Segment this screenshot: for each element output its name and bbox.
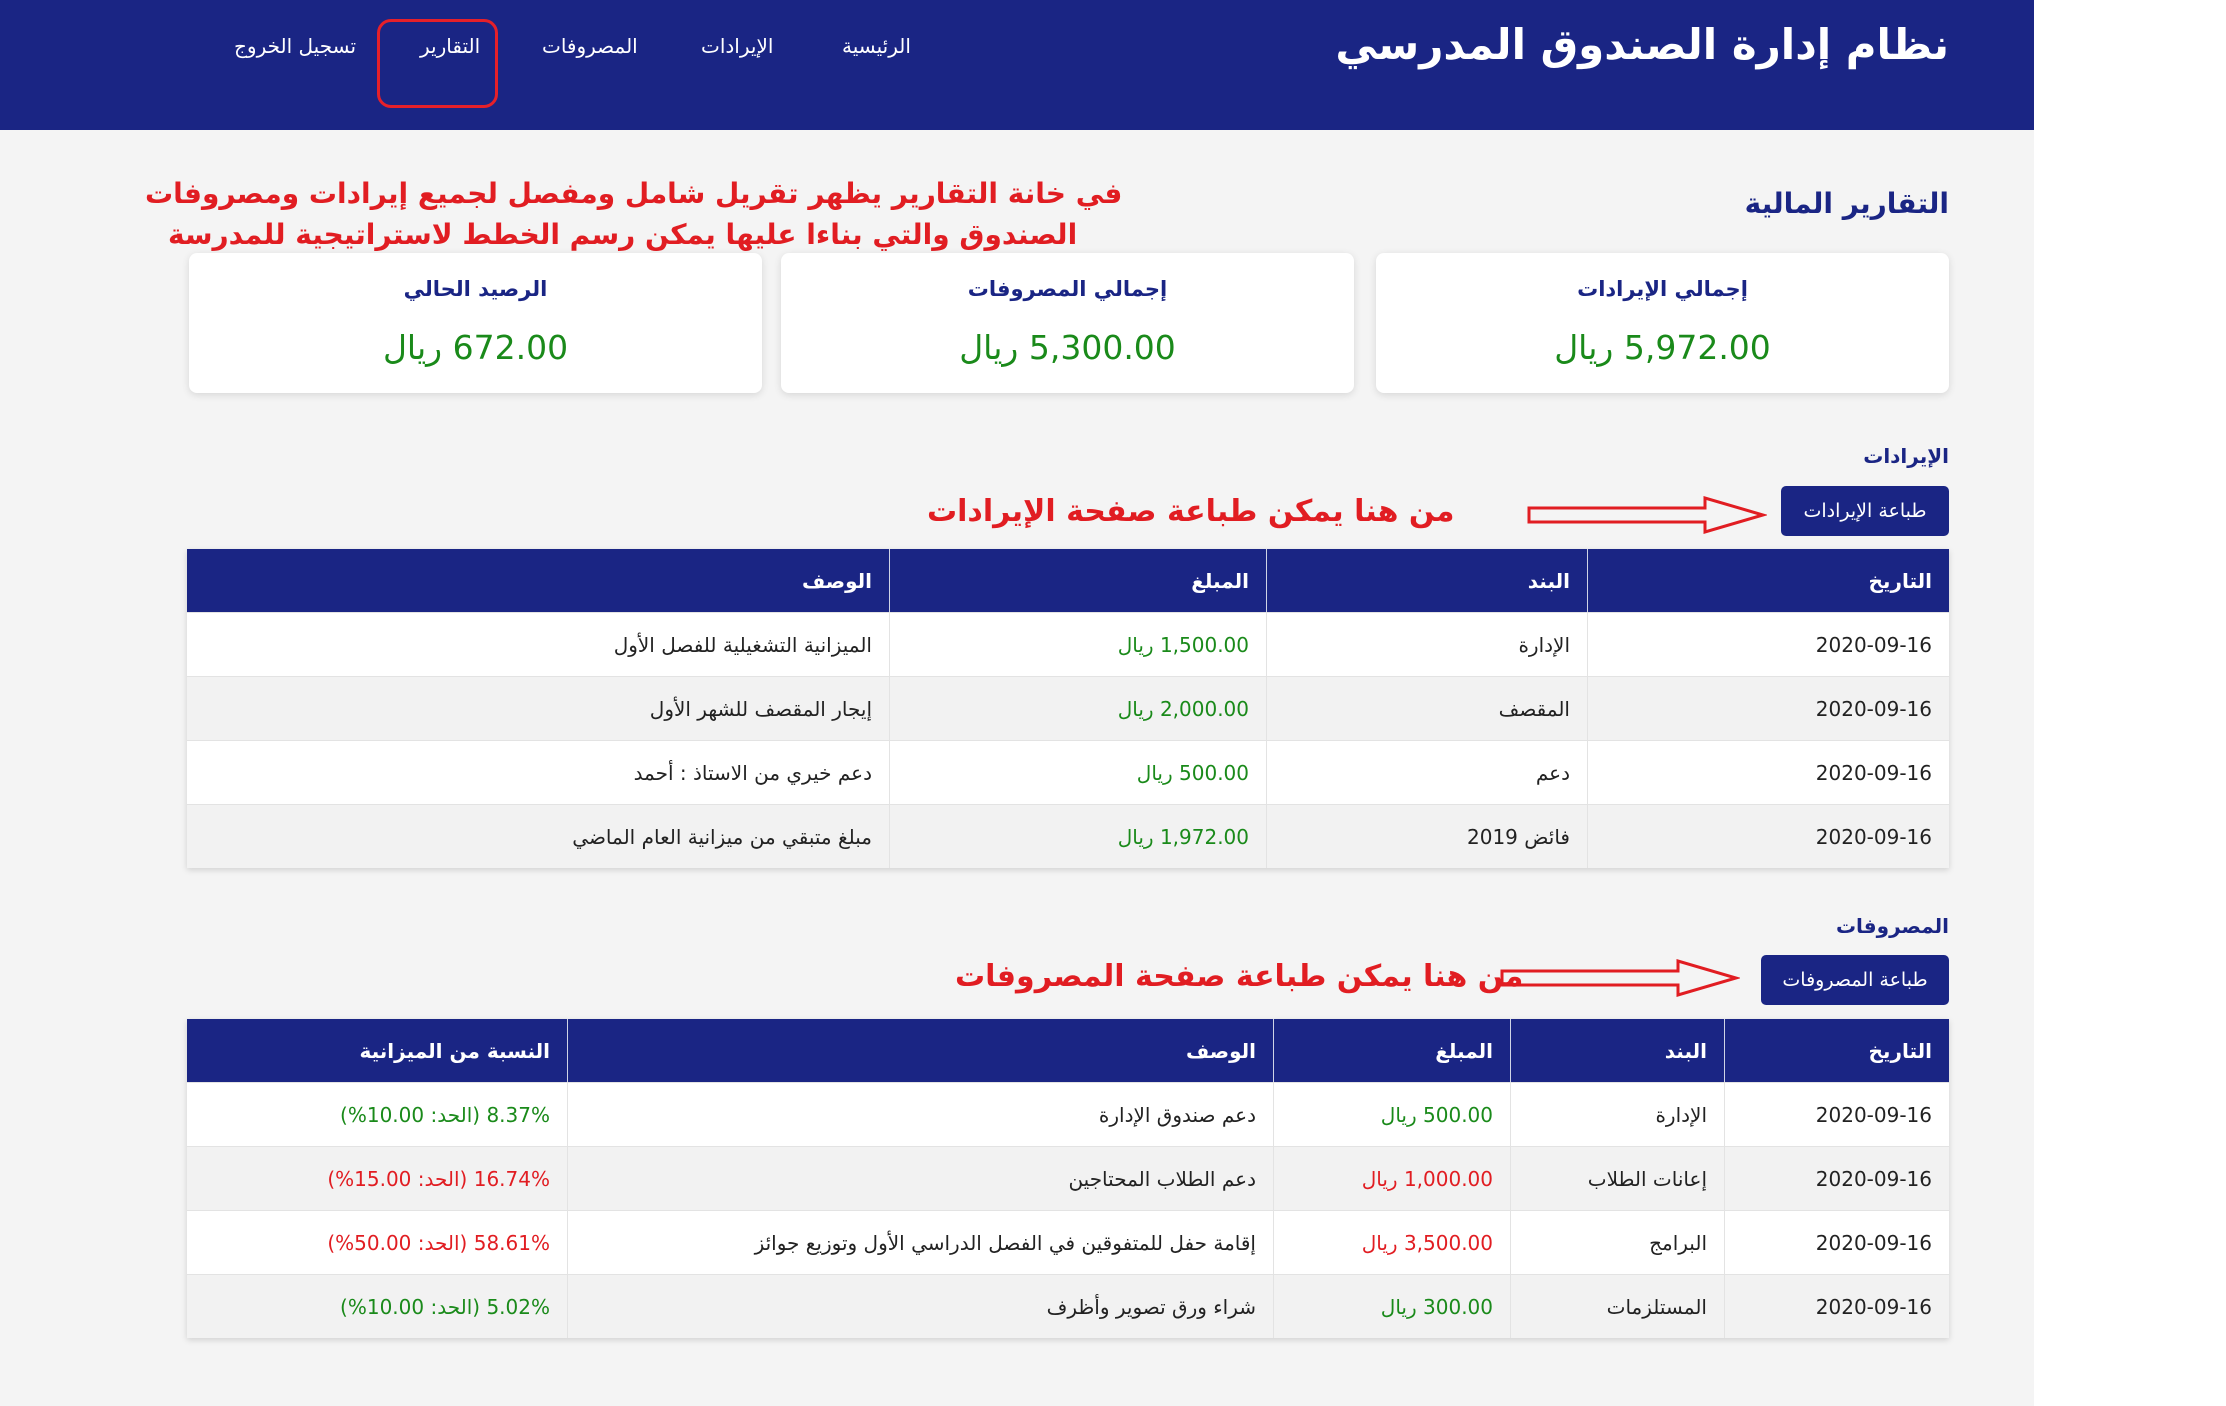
item-cell: الإدارة (1266, 613, 1587, 676)
item-cell: المقصف (1266, 677, 1587, 740)
card-value: 5,972.00 ريال (1554, 328, 1771, 367)
amount-cell: 500.00 ريال (889, 741, 1266, 804)
top-navbar: نظام إدارة الصندوق المدرسي الرئيسية الإي… (0, 0, 2034, 130)
page-title: التقارير المالية (1744, 187, 1949, 220)
print-expenses-button[interactable]: طباعة المصروفات (1761, 955, 1949, 1005)
table-row: 2020-09-16 الإدارة 1,500.00 ريال الميزانية … (187, 612, 1949, 676)
table-header: التاريخ البند المبلغ الوصف النسبة من الم… (187, 1019, 1949, 1082)
nav-home[interactable]: الرئيسية (842, 34, 911, 58)
column-header-description: الوصف (567, 1019, 1273, 1082)
card-title: الرصيد الحالي (403, 277, 548, 301)
date-cell: 2020-09-16 (1724, 1083, 1949, 1146)
budget-ratio-cell: 5.02% (الحد: 10.00%) (340, 1294, 550, 1319)
revenue-table: التاريخ البند المبلغ الوصف 2020-09-16 الإ… (187, 549, 1949, 868)
expenses-table: التاريخ البند المبلغ الوصف النسبة من الم… (187, 1019, 1949, 1338)
nav-expenses[interactable]: المصروفات (542, 34, 638, 58)
card-title: إجمالي المصروفات (967, 277, 1168, 301)
date-cell: 2020-09-16 (1587, 741, 1949, 804)
amount-cell: 300.00 ريال (1273, 1275, 1510, 1338)
column-header-description: الوصف (801, 568, 872, 593)
date-cell: 2020-09-16 (1724, 1211, 1949, 1274)
revenue-section-title: الإيرادات (1863, 444, 1949, 468)
expenses-section-title: المصروفات (1835, 914, 1949, 938)
date-cell: 2020-09-16 (1587, 613, 1949, 676)
column-header-date: التاريخ (1724, 1019, 1949, 1082)
amount-cell: 1,500.00 ريال (889, 613, 1266, 676)
table-row: 2020-09-16 المستلزمات 300.00 ريال شراء ورق … (187, 1274, 1949, 1338)
total-expenses-card: إجمالي المصروفات 5,300.00 ريال (781, 253, 1354, 393)
print-expenses-annotation: من هنا يمكن طباعة صفحة المصروفات (955, 959, 1524, 994)
table-row: 2020-09-16 دعم 500.00 ريال دعم خيري من الاس… (187, 740, 1949, 804)
description-cell: الميزانية التشغيلية للفصل الأول (613, 632, 872, 657)
card-title: إجمالي الإيرادات (1577, 277, 1748, 301)
item-cell: إعانات الطلاب (1510, 1147, 1724, 1210)
column-header-amount: المبلغ (1273, 1019, 1510, 1082)
budget-ratio-cell: 58.61% (الحد: 50.00%) (327, 1230, 550, 1255)
description-cell: دعم الطلاب المحتاجين (567, 1147, 1273, 1210)
table-row: 2020-09-16 المقصف 2,000.00 ريال إيجار المقص… (187, 676, 1949, 740)
column-header-budget-ratio: النسبة من الميزانية (359, 1038, 550, 1063)
date-cell: 2020-09-16 (1724, 1275, 1949, 1338)
amount-cell: 3,500.00 ريال (1273, 1211, 1510, 1274)
budget-ratio-cell: 16.74% (الحد: 15.00%) (327, 1166, 550, 1191)
current-balance-card: الرصيد الحالي 672.00 ريال (189, 253, 762, 393)
amount-cell: 1,000.00 ريال (1273, 1147, 1510, 1210)
description-cell: دعم صندوق الإدارة (567, 1083, 1273, 1146)
card-value: 672.00 ريال (382, 328, 569, 367)
nav-logout[interactable]: تسجيل الخروج (234, 34, 356, 58)
print-revenue-button[interactable]: طباعة الإيرادات (1781, 486, 1949, 536)
item-cell: فائض 2019 (1266, 805, 1587, 868)
amount-cell: 1,972.00 ريال (889, 805, 1266, 868)
item-cell: الإدارة (1510, 1083, 1724, 1146)
reports-annotation-line1: في خانة التقارير يظهر تقريل شامل ومفصل ل… (145, 177, 1123, 210)
item-cell: البرامج (1510, 1211, 1724, 1274)
item-cell: دعم (1266, 741, 1587, 804)
description-cell: إيجار المقصف للشهر الأول (649, 696, 872, 721)
arrow-right-icon (1500, 958, 1740, 998)
column-header-item: البند (1510, 1019, 1724, 1082)
app-title: نظام إدارة الصندوق المدرسي (1335, 20, 1949, 69)
total-revenue-card: إجمالي الإيرادات 5,972.00 ريال (1376, 253, 1949, 393)
amount-cell: 500.00 ريال (1273, 1083, 1510, 1146)
description-cell: شراء ورق تصوير وأظرف (567, 1275, 1273, 1338)
table-header: التاريخ البند المبلغ الوصف (187, 549, 1949, 612)
card-value: 5,300.00 ريال (959, 328, 1176, 367)
app-window: نظام إدارة الصندوق المدرسي الرئيسية الإي… (0, 0, 2034, 1406)
description-cell: مبلغ متبقي من ميزانية العام الماضي (572, 824, 872, 849)
description-cell: دعم خيري من الاستاذ : أحمد (633, 760, 872, 785)
table-row: 2020-09-16 فائض 2019 1,972.00 ريال مبلغ متب… (187, 804, 1949, 868)
table-row: 2020-09-16 إعانات الطلاب 1,000.00 ريال دعم … (187, 1146, 1949, 1210)
reports-annotation-line2: الصندوق والتي بناءا عليها يمكن رسم الخطط… (168, 218, 1078, 251)
nav-revenue[interactable]: الإيرادات (701, 34, 773, 58)
date-cell: 2020-09-16 (1724, 1147, 1949, 1210)
date-cell: 2020-09-16 (1587, 805, 1949, 868)
nav-reports-highlight (377, 19, 498, 108)
amount-cell: 2,000.00 ريال (889, 677, 1266, 740)
table-row: 2020-09-16 البرامج 3,500.00 ريال إقامة حفل … (187, 1210, 1949, 1274)
table-row: 2020-09-16 الإدارة 500.00 ريال دعم صندوق ال… (187, 1082, 1949, 1146)
arrow-right-icon (1527, 495, 1767, 535)
item-cell: المستلزمات (1510, 1275, 1724, 1338)
budget-ratio-cell: 8.37% (الحد: 10.00%) (340, 1102, 550, 1127)
column-header-amount: المبلغ (889, 549, 1266, 612)
column-header-item: البند (1266, 549, 1587, 612)
column-header-date: التاريخ (1587, 549, 1949, 612)
print-revenue-annotation: من هنا يمكن طباعة صفحة الإيرادات (927, 494, 1455, 529)
description-cell: إقامة حفل للمتفوقين في الفصل الدراسي الأ… (567, 1211, 1273, 1274)
date-cell: 2020-09-16 (1587, 677, 1949, 740)
